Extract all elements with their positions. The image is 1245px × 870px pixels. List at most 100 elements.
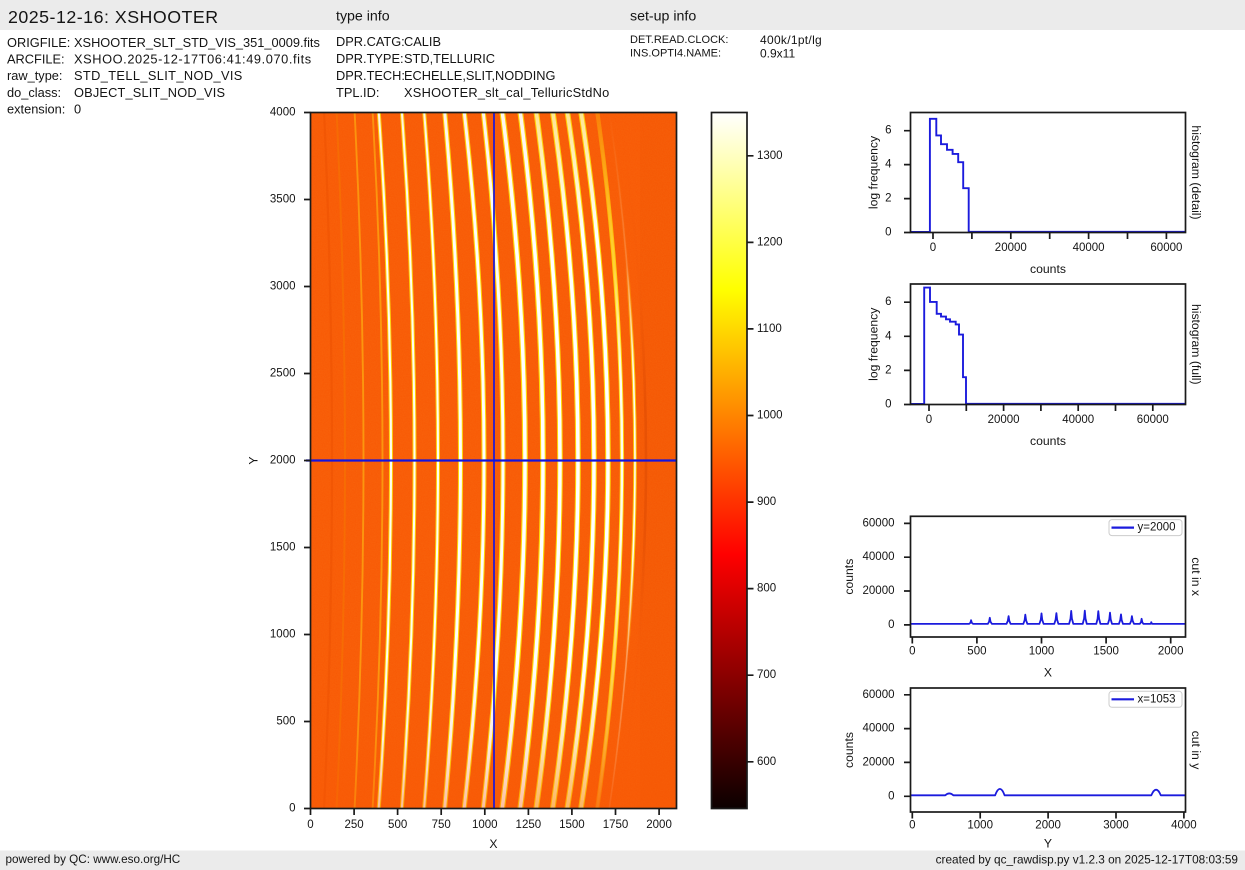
svg-text:60000: 60000: [1150, 242, 1182, 254]
svg-text:1250: 1250: [516, 819, 542, 831]
svg-text:DPR.CATG:: DPR.CATG:: [336, 34, 405, 49]
svg-text:x=1053: x=1053: [1138, 693, 1176, 705]
svg-text:X: X: [489, 837, 497, 851]
svg-text:DPR.TECH:: DPR.TECH:: [336, 68, 405, 83]
svg-text:400k/1pt/lg: 400k/1pt/lg: [760, 33, 822, 47]
svg-text:0: 0: [909, 819, 915, 831]
svg-text:250: 250: [344, 819, 363, 831]
svg-text:6: 6: [885, 125, 891, 137]
svg-text:1300: 1300: [757, 150, 783, 162]
svg-text:60000: 60000: [863, 689, 895, 701]
svg-text:XSHOOTER_SLT_STD_VIS_351_0009.: XSHOOTER_SLT_STD_VIS_351_0009.fits: [74, 35, 320, 50]
svg-text:counts: counts: [842, 732, 856, 768]
svg-text:40000: 40000: [1062, 414, 1094, 426]
svg-text:600: 600: [757, 756, 776, 768]
svg-text:40000: 40000: [863, 551, 895, 563]
svg-text:created by qc_rawdisp.py v1.2.: created by qc_rawdisp.py v1.2.3 on 2025-…: [936, 853, 1238, 867]
svg-text:counts: counts: [1030, 262, 1066, 276]
svg-text:6: 6: [885, 296, 891, 308]
svg-text:0: 0: [885, 399, 891, 411]
svg-text:1000: 1000: [1029, 646, 1055, 658]
svg-text:XSHOO.2025-12-17T06:41:49.070.: XSHOO.2025-12-17T06:41:49.070.fits: [74, 52, 312, 67]
svg-text:20000: 20000: [995, 242, 1027, 254]
svg-text:2000: 2000: [1158, 646, 1184, 658]
svg-text:0.9x11: 0.9x11: [760, 47, 795, 61]
svg-text:40000: 40000: [863, 723, 895, 735]
svg-text:ECHELLE,SLIT,NODDING: ECHELLE,SLIT,NODDING: [404, 68, 555, 83]
svg-text:type info: type info: [336, 9, 390, 25]
svg-text:Y: Y: [247, 456, 261, 464]
svg-text:1500: 1500: [270, 542, 296, 554]
svg-text:1000: 1000: [472, 819, 498, 831]
svg-text:500: 500: [276, 716, 295, 728]
svg-text:900: 900: [757, 496, 776, 508]
svg-text:2000: 2000: [270, 455, 296, 467]
svg-text:DPR.TYPE:: DPR.TYPE:: [336, 51, 404, 66]
svg-text:2: 2: [885, 193, 891, 205]
svg-text:TPL.ID:: TPL.ID:: [336, 85, 379, 100]
svg-text:1000: 1000: [967, 819, 993, 831]
svg-text:Y: Y: [1044, 837, 1052, 851]
svg-text:4: 4: [885, 159, 892, 171]
svg-text:4000: 4000: [270, 107, 296, 119]
svg-text:0: 0: [289, 803, 295, 815]
svg-text:set-up info: set-up info: [630, 9, 696, 25]
svg-text:0: 0: [888, 619, 894, 631]
svg-text:counts: counts: [842, 559, 856, 595]
svg-text:OBJECT_SLIT_NOD_VIS: OBJECT_SLIT_NOD_VIS: [74, 85, 225, 100]
svg-text:1500: 1500: [1093, 646, 1119, 658]
svg-text:STD,TELLURIC: STD,TELLURIC: [404, 51, 495, 66]
svg-text:ORIGFILE:: ORIGFILE:: [7, 35, 70, 50]
svg-text:0: 0: [74, 101, 81, 116]
svg-text:40000: 40000: [1073, 242, 1105, 254]
svg-text:cut in y: cut in y: [1189, 731, 1203, 771]
svg-text:counts: counts: [1030, 434, 1066, 448]
svg-text:2: 2: [885, 364, 891, 376]
svg-text:DET.READ.CLOCK:: DET.READ.CLOCK:: [630, 34, 728, 46]
svg-text:0: 0: [888, 790, 894, 802]
svg-text:1200: 1200: [757, 236, 783, 248]
svg-text:extension:: extension:: [7, 101, 65, 116]
svg-text:4: 4: [885, 330, 892, 342]
svg-text:0: 0: [885, 227, 891, 239]
svg-text:3000: 3000: [270, 281, 296, 293]
svg-text:0: 0: [307, 819, 313, 831]
svg-text:20000: 20000: [863, 585, 895, 597]
svg-text:1000: 1000: [757, 409, 783, 421]
svg-text:INS.OPTI4.NAME:: INS.OPTI4.NAME:: [630, 48, 721, 60]
svg-text:raw_type:: raw_type:: [7, 68, 62, 83]
svg-text:log frequency: log frequency: [867, 135, 881, 209]
svg-text:1500: 1500: [559, 819, 585, 831]
svg-text:20000: 20000: [988, 414, 1020, 426]
svg-text:60000: 60000: [1137, 414, 1169, 426]
svg-text:4000: 4000: [1171, 819, 1197, 831]
svg-text:750: 750: [432, 819, 451, 831]
svg-text:cut in x: cut in x: [1189, 557, 1203, 596]
svg-text:do_class:: do_class:: [7, 85, 61, 100]
svg-text:3000: 3000: [1103, 819, 1129, 831]
svg-text:1100: 1100: [757, 323, 782, 335]
svg-text:2000: 2000: [646, 819, 672, 831]
svg-text:2500: 2500: [270, 368, 296, 380]
svg-text:0: 0: [930, 242, 936, 254]
svg-text:60000: 60000: [863, 517, 895, 529]
svg-text:500: 500: [388, 819, 407, 831]
svg-text:0: 0: [926, 414, 932, 426]
svg-text:1750: 1750: [603, 819, 629, 831]
svg-text:STD_TELL_SLIT_NOD_VIS: STD_TELL_SLIT_NOD_VIS: [74, 68, 243, 83]
svg-text:500: 500: [967, 646, 986, 658]
svg-text:X: X: [1044, 666, 1052, 680]
svg-text:800: 800: [757, 583, 776, 595]
svg-text:2000: 2000: [1035, 819, 1061, 831]
svg-text:y=2000: y=2000: [1138, 522, 1176, 534]
svg-text:3500: 3500: [270, 194, 296, 206]
svg-text:log frequency: log frequency: [867, 307, 881, 381]
svg-text:0: 0: [909, 646, 915, 658]
svg-text:20000: 20000: [863, 756, 895, 768]
svg-text:2025-12-16: XSHOOTER: 2025-12-16: XSHOOTER: [8, 7, 219, 27]
svg-text:CALIB: CALIB: [404, 34, 441, 49]
svg-text:700: 700: [757, 669, 776, 681]
svg-text:ARCFILE:: ARCFILE:: [7, 52, 65, 67]
svg-text:histogram (detail): histogram (detail): [1189, 125, 1203, 219]
svg-text:XSHOOTER_slt_cal_TelluricStdNo: XSHOOTER_slt_cal_TelluricStdNo: [404, 85, 610, 100]
